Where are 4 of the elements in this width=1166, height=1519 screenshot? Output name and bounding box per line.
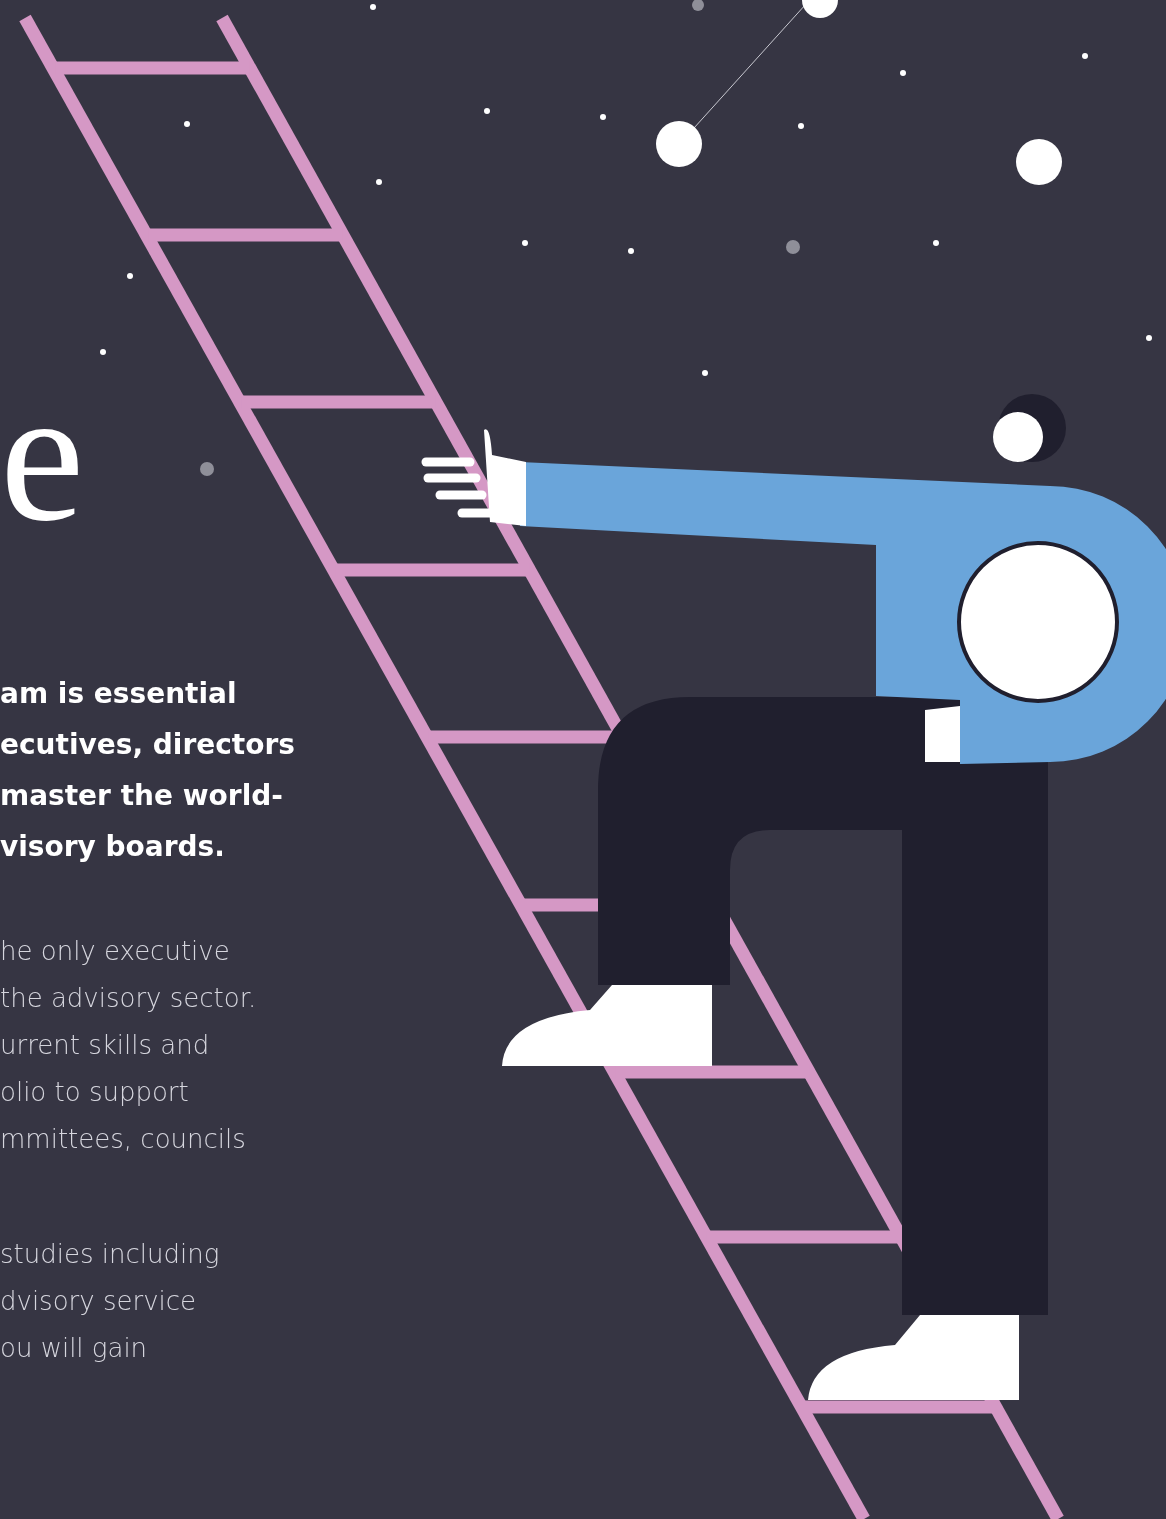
body-paragraph: he only executive the advisory sector. urrent skills and olio to support mmittees, councils (0, 935, 257, 1156)
body-paragraph: studies including dvisory service ou will gain (0, 1238, 220, 1365)
intro-heading: am is essential ecutives, directors master the world- visory boards. (0, 676, 295, 865)
large-serif-letter: e (0, 360, 85, 550)
